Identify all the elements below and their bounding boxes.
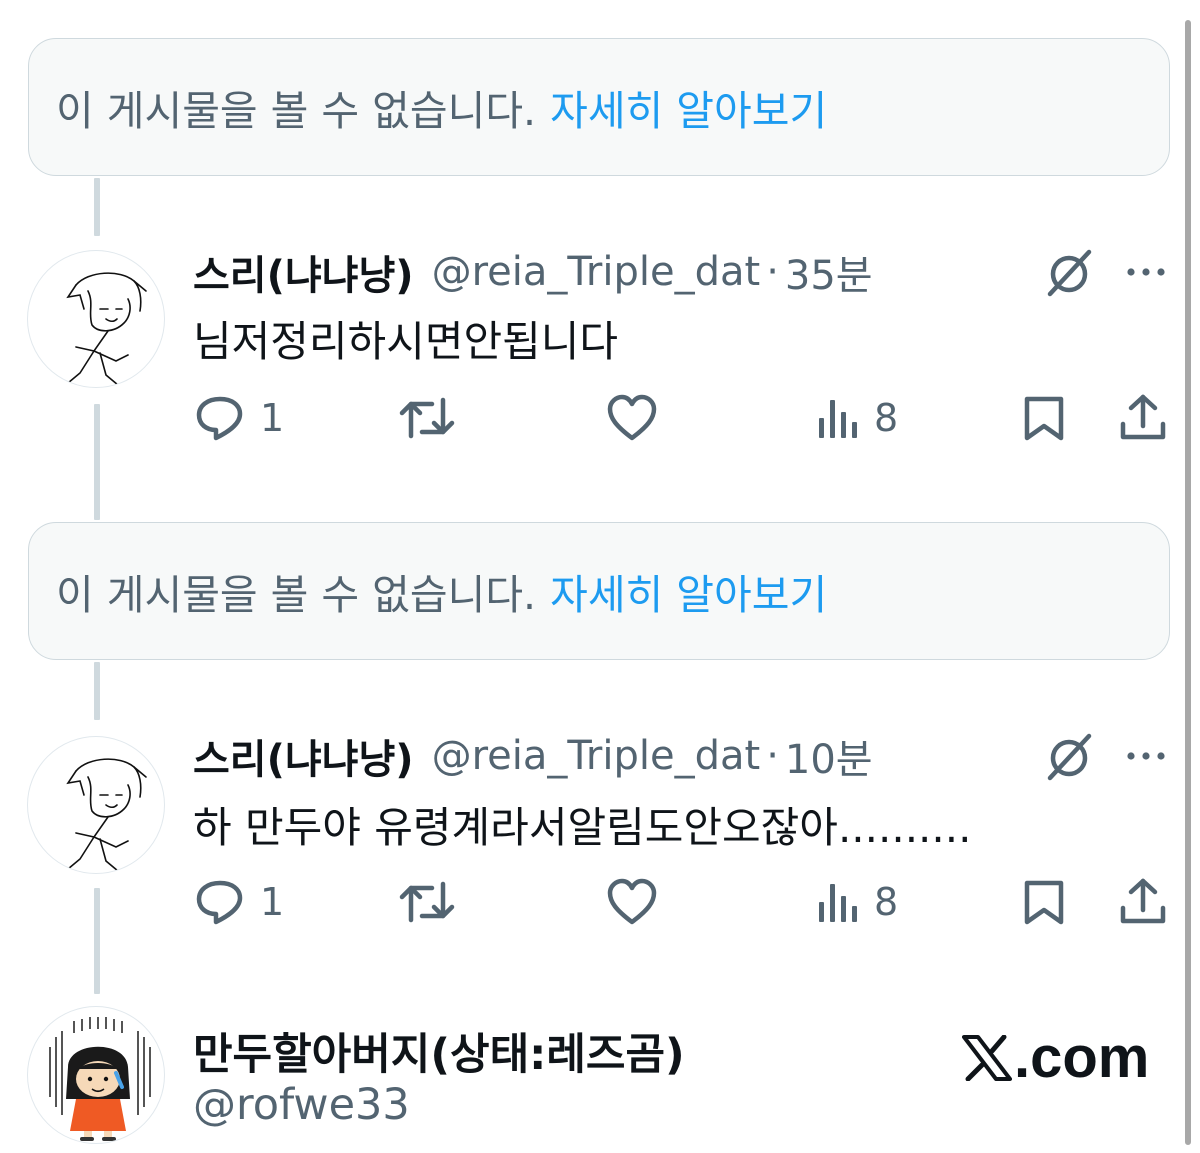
bar-chart-icon	[819, 400, 857, 438]
slashed-circle-icon[interactable]	[1044, 732, 1094, 786]
retweet-arrows-icon	[399, 397, 455, 439]
separator-dot: ·	[766, 249, 779, 295]
tweet-header: 스리(냐냐냥) @reia_Triple_dat · 10분	[193, 728, 873, 784]
timestamp[interactable]: 10분	[785, 727, 873, 785]
speech-bubble-icon	[196, 396, 243, 441]
views-button[interactable]: 8	[816, 880, 898, 924]
view-count: 8	[874, 880, 899, 924]
share-upload-icon	[1120, 394, 1166, 440]
bookmark-icon	[1024, 880, 1064, 925]
more-dots-icon[interactable]	[1124, 746, 1168, 770]
profile-display-name[interactable]: 만두할아버지(상태:레즈곰)	[193, 1020, 685, 1082]
thread-line	[94, 888, 100, 994]
more-dots-icon[interactable]	[1124, 262, 1168, 286]
speech-bubble-icon	[196, 880, 243, 925]
bookmark-button[interactable]	[1022, 394, 1066, 442]
tweet-text: 하 만두야 유령계라서알림도안오잖아..........	[193, 803, 972, 852]
tweet-text: 님저정리하시면안됩니다	[193, 317, 619, 366]
separator-dot: ·	[766, 733, 779, 779]
display-name[interactable]: 스리(냐냐냥)	[193, 727, 414, 785]
character-avatar-icon	[49, 1017, 151, 1141]
views-button[interactable]: 8	[816, 396, 898, 440]
retweet-arrows-icon	[399, 881, 455, 923]
slashed-circle-icon[interactable]	[1044, 248, 1094, 302]
scrollbar-thumb[interactable]	[1185, 20, 1191, 1145]
thread-line	[94, 662, 100, 720]
display-name[interactable]: 스리(냐냐냥)	[193, 243, 414, 301]
retweet-button[interactable]	[398, 396, 456, 440]
bookmark-button[interactable]	[1022, 878, 1066, 926]
learn-more-link[interactable]: 자세히 알아보기	[550, 77, 827, 137]
x-logo-icon	[962, 1034, 1012, 1081]
user-handle[interactable]: @reia_Triple_dat	[432, 249, 761, 295]
x-com-logo: .com	[962, 1024, 1149, 1091]
learn-more-link[interactable]: 자세히 알아보기	[550, 561, 827, 621]
unavailable-post-notice: 이 게시물을 볼 수 없습니다. 자세히 알아보기	[28, 522, 1170, 660]
bookmark-icon	[1024, 396, 1064, 441]
tweet-header: 스리(냐냐냥) @reia_Triple_dat · 35분	[193, 244, 873, 300]
avatar[interactable]	[27, 250, 165, 388]
share-button[interactable]	[1118, 876, 1168, 926]
unavailable-post-notice: 이 게시물을 볼 수 없습니다. 자세히 알아보기	[28, 38, 1170, 176]
retweet-button[interactable]	[398, 880, 456, 924]
like-button[interactable]	[606, 878, 658, 926]
stick-figure-avatar-icon	[66, 272, 147, 386]
reply-button[interactable]: 1	[194, 878, 284, 926]
profile-avatar[interactable]	[27, 1006, 165, 1144]
heart-icon	[607, 394, 657, 441]
unavailable-message: 이 게시물을 볼 수 없습니다.	[56, 87, 537, 135]
timestamp[interactable]: 35분	[785, 243, 873, 301]
reply-count: 1	[260, 396, 285, 440]
unavailable-message: 이 게시물을 볼 수 없습니다.	[56, 571, 537, 619]
profile-handle[interactable]: @rofwe33	[193, 1080, 410, 1130]
share-upload-icon	[1120, 878, 1166, 924]
bar-chart-icon	[819, 884, 857, 922]
user-handle[interactable]: @reia_Triple_dat	[432, 733, 761, 779]
like-button[interactable]	[606, 394, 658, 442]
avatar[interactable]	[27, 736, 165, 874]
reply-count: 1	[260, 880, 285, 924]
thread-line	[94, 178, 100, 236]
heart-icon	[607, 878, 657, 925]
thread-line	[94, 404, 100, 520]
share-button[interactable]	[1118, 392, 1168, 442]
view-count: 8	[874, 396, 899, 440]
reply-button[interactable]: 1	[194, 394, 284, 442]
brand-domain: .com	[1014, 1025, 1150, 1090]
stick-figure-avatar-icon	[66, 758, 147, 872]
